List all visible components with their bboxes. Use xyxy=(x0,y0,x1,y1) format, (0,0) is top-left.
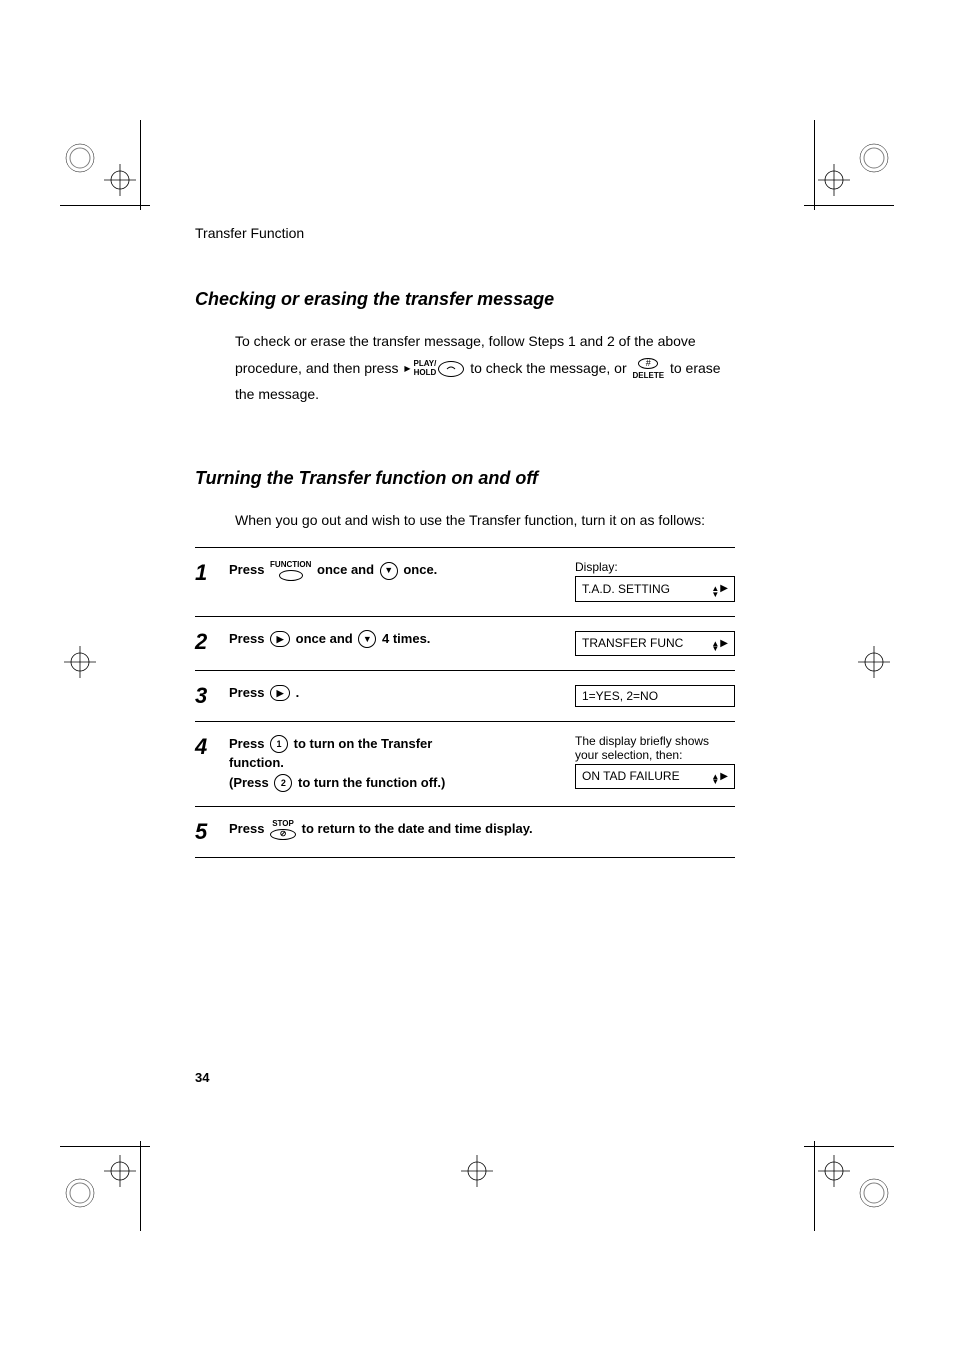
text: once and xyxy=(296,631,353,646)
one-key-icon: 1 xyxy=(270,735,288,753)
register-mark-icon xyxy=(60,1173,100,1213)
lcd-display: TRANSFER FUNC ▲▼▶ xyxy=(575,631,735,656)
text: (Press xyxy=(229,775,269,790)
text: to return to the date and time display. xyxy=(302,821,533,836)
lcd-text: 1=YES, 2=NO xyxy=(582,689,658,703)
text: the message. xyxy=(235,386,319,402)
lcd-display: T.A.D. SETTING ▲▼▶ xyxy=(575,576,735,601)
text: to turn the function off.) xyxy=(298,775,445,790)
crosshair-icon xyxy=(814,1151,854,1191)
running-head: Transfer Function xyxy=(195,225,735,241)
step-row: 1 Press FUNCTION once and ▼ once. Displa… xyxy=(195,547,735,615)
text: Press xyxy=(229,685,264,700)
body-text: To check or erase the transfer message, … xyxy=(235,328,735,408)
section-heading-turning: Turning the Transfer function on and off xyxy=(195,468,735,489)
text: Press xyxy=(229,562,264,577)
lcd-text: TRANSFER FUNC xyxy=(582,636,683,650)
section-heading-checking: Checking or erasing the transfer message xyxy=(195,289,735,310)
crosshair-icon xyxy=(457,1151,497,1191)
hold-label: HOLD xyxy=(414,369,437,377)
step-number: 4 xyxy=(195,734,229,758)
step-number: 3 xyxy=(195,683,229,707)
right-triangle-icon: ▶ xyxy=(720,584,728,594)
function-label: FUNCTION xyxy=(270,561,311,569)
step-number: 1 xyxy=(195,560,229,584)
updown-icon: ▲▼ xyxy=(711,641,719,652)
updown-icon: ▲▼ xyxy=(711,774,719,785)
text: to erase xyxy=(670,360,721,376)
play-label: PLAY/ xyxy=(414,360,437,368)
text: once and xyxy=(317,562,374,577)
text: Press xyxy=(229,631,264,646)
step-number: 2 xyxy=(195,629,229,653)
text: . xyxy=(296,685,300,700)
step-number: 5 xyxy=(195,819,229,843)
step-row: 3 Press ▶ . 1=YES, 2=NO xyxy=(195,670,735,721)
text: to check the message, or xyxy=(470,360,626,376)
right-key-icon: ▶ xyxy=(270,685,290,701)
step-row: 2 Press ▶ once and ▼ 4 times. TRANSFER F… xyxy=(195,616,735,670)
updown-icon: ▲▼ xyxy=(711,586,719,597)
stop-key-icon: STOP ⊘ xyxy=(270,820,296,840)
body-text: When you go out and wish to use the Tran… xyxy=(235,507,735,534)
lcd-display: 1=YES, 2=NO xyxy=(575,685,735,707)
crosshair-icon xyxy=(854,642,894,682)
stop-label: STOP xyxy=(272,820,294,828)
hash-key-icon: # xyxy=(638,358,658,369)
down-key-icon: ▼ xyxy=(358,630,376,648)
text: to turn on the Transfer xyxy=(294,736,433,751)
right-triangle-icon: ▶ xyxy=(720,639,728,649)
delete-label-text: DELETE xyxy=(633,372,665,380)
text: once. xyxy=(403,562,437,577)
text: Press xyxy=(229,736,264,751)
text: function. xyxy=(229,755,284,770)
register-mark-icon xyxy=(60,138,100,178)
right-triangle-icon: ▶ xyxy=(720,772,728,782)
crosshair-icon xyxy=(100,1151,140,1191)
step-row: 4 Press 1 to turn on the Transfer functi… xyxy=(195,721,735,807)
display-label: Display: xyxy=(575,560,735,574)
play-hold-key-icon: ▶ PLAY/ HOLD xyxy=(404,359,464,379)
right-key-icon: ▶ xyxy=(270,631,290,647)
register-mark-icon xyxy=(854,1173,894,1213)
two-key-icon: 2 xyxy=(274,774,292,792)
crosshair-icon xyxy=(60,642,100,682)
step-row: 5 Press STOP ⊘ to return to the date and… xyxy=(195,806,735,858)
crosshair-icon xyxy=(814,160,854,200)
text: To check or erase the transfer message, … xyxy=(235,333,696,349)
lcd-text: T.A.D. SETTING xyxy=(582,582,670,596)
page-number: 34 xyxy=(195,1070,209,1085)
lcd-text: ON TAD FAILURE xyxy=(582,769,680,783)
down-key-icon: ▼ xyxy=(380,562,398,580)
delete-key-icon: # DELETE xyxy=(633,359,665,379)
crosshair-icon xyxy=(100,160,140,200)
display-note: The display briefly shows your selection… xyxy=(575,734,735,762)
text: 4 times. xyxy=(382,631,430,646)
text: Press xyxy=(229,821,264,836)
function-key-icon: FUNCTION xyxy=(270,561,311,581)
register-mark-icon xyxy=(854,138,894,178)
text: procedure, and then press xyxy=(235,360,398,376)
lcd-display: ON TAD FAILURE ▲▼▶ xyxy=(575,764,735,789)
